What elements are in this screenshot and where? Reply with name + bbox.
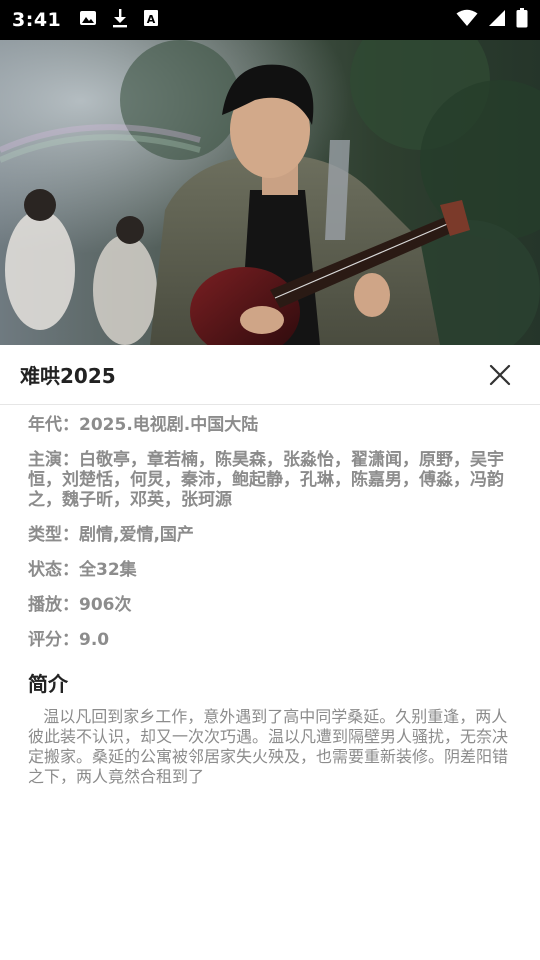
genre-value: 剧情,爱情,国产 bbox=[79, 525, 194, 545]
svg-text:A: A bbox=[147, 13, 156, 26]
sheet-title: 难哄2025 bbox=[20, 364, 116, 388]
font-icon: A bbox=[143, 9, 159, 31]
genre-row: 类型：剧情,爱情,国产 bbox=[28, 525, 512, 545]
intro-text-body: 温以凡回到家乡工作，意外遇到了高中同学桑延。久别重逢，两人彼此装不认识，却又一次… bbox=[28, 707, 509, 786]
status-notification-icons: A bbox=[79, 8, 159, 32]
year-value: 2025.电视剧.中国大陆 bbox=[79, 415, 259, 435]
genre-label: 类型： bbox=[28, 525, 79, 545]
year-row: 年代：2025.电视剧.中国大陆 bbox=[28, 415, 512, 435]
status-system-icons bbox=[456, 8, 528, 32]
plays-row: 播放：906次 bbox=[28, 595, 512, 615]
signal-icon bbox=[488, 9, 506, 31]
poster-image bbox=[0, 40, 540, 345]
close-icon bbox=[489, 364, 511, 385]
intro-text: 温以凡回到家乡工作，意外遇到了高中同学桑延。久别重逢，两人彼此装不认识，却又一次… bbox=[28, 707, 512, 787]
rating-row: 评分：9.0 bbox=[28, 630, 512, 650]
download-icon bbox=[111, 8, 129, 32]
intro-heading: 简介 bbox=[28, 672, 68, 696]
status-label: 状态： bbox=[28, 560, 79, 580]
wifi-icon bbox=[456, 9, 478, 31]
detail-info: 年代：2025.电视剧.中国大陆 主演：白敬亭，章若楠，陈昊森，张淼怡，翟潇闻，… bbox=[0, 405, 540, 787]
cast-row: 主演：白敬亭，章若楠，陈昊森，张淼怡，翟潇闻，原野，吴宇恒，刘楚恬，何炅，秦沛，… bbox=[28, 450, 512, 510]
year-label: 年代： bbox=[28, 415, 79, 435]
status-bar: 3:41 A bbox=[0, 0, 540, 40]
detail-sheet: 难哄2025 年代：2025.电视剧.中国大陆 主演：白敬亭，章若楠，陈昊森，张… bbox=[0, 345, 540, 960]
cast-value: 白敬亭，章若楠，陈昊森，张淼怡，翟潇闻，原野，吴宇恒，刘楚恬，何炅，秦沛，鲍起静… bbox=[28, 450, 504, 510]
status-row: 状态：全32集 bbox=[28, 560, 512, 580]
rating-value: 9.0 bbox=[79, 630, 110, 650]
plays-value: 906次 bbox=[79, 595, 132, 615]
sheet-header: 难哄2025 bbox=[0, 345, 540, 405]
rating-label: 评分： bbox=[28, 630, 79, 650]
cast-label: 主演： bbox=[28, 450, 79, 470]
image-icon bbox=[79, 9, 97, 31]
close-button[interactable] bbox=[480, 355, 520, 395]
plays-label: 播放： bbox=[28, 595, 79, 615]
battery-icon bbox=[516, 8, 528, 32]
status-value: 全32集 bbox=[79, 560, 137, 580]
status-time: 3:41 bbox=[12, 9, 62, 31]
